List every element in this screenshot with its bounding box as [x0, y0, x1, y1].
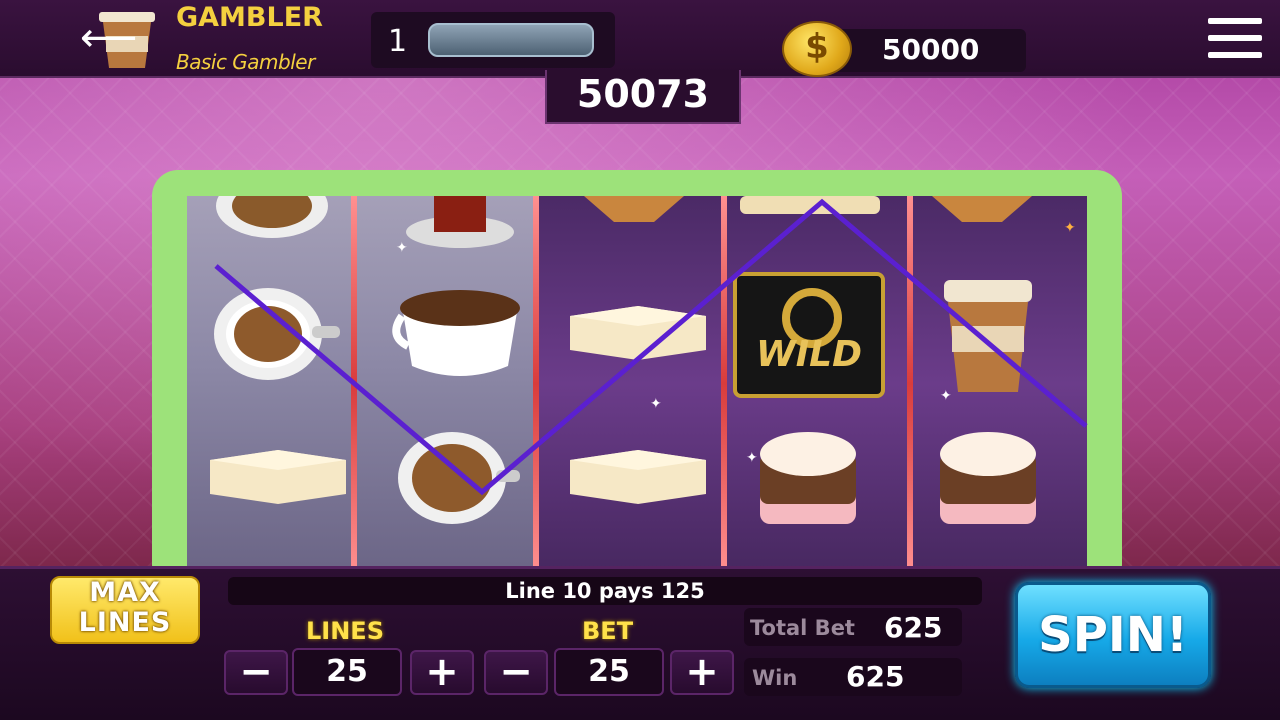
- max-lines-label: MAX: [89, 577, 161, 608]
- waffle-symbol: [740, 196, 880, 214]
- bet-value: 25: [554, 648, 664, 696]
- cheesecake-slice-symbol: [210, 450, 346, 504]
- waffle-symbol: [584, 196, 684, 222]
- coffee-cup-symbol: [214, 288, 340, 380]
- hamburger-menu-icon[interactable]: [1208, 18, 1262, 62]
- bet-decrease-button[interactable]: −: [484, 650, 548, 695]
- bet-label: BET: [582, 617, 634, 645]
- coin-balance: 50000: [882, 33, 980, 66]
- lines-label: LINES: [306, 617, 384, 645]
- wild-label: WILD: [756, 334, 862, 375]
- sparkle-icon: ✦: [940, 388, 952, 404]
- sparkle-icon: ✦: [396, 240, 408, 256]
- layer-cake-symbol: [940, 432, 1036, 524]
- bet-increase-button[interactable]: +: [670, 650, 734, 695]
- coffee-cup-symbol: [216, 196, 328, 238]
- lines-decrease-button[interactable]: −: [224, 650, 288, 695]
- reel-3: [539, 196, 721, 572]
- reel-1: [187, 196, 353, 572]
- max-lines-label: LINES: [78, 607, 172, 638]
- win-label: Win: [752, 666, 798, 690]
- coffee-cup-symbol: [398, 432, 520, 524]
- player-title: GAMBLER: [176, 2, 323, 33]
- win-value: 625: [846, 660, 905, 693]
- cheesecake-slice-symbol: [570, 450, 706, 504]
- spin-label: SPIN!: [1038, 607, 1188, 663]
- back-arrow-icon[interactable]: ⟵: [80, 18, 137, 58]
- level-number: 1: [388, 24, 408, 59]
- takeaway-cup-symbol: [944, 280, 1032, 392]
- xp-progress-bar: [428, 23, 594, 57]
- spin-button[interactable]: SPIN!: [1015, 582, 1211, 688]
- sparkle-icon: ✦: [1064, 220, 1076, 236]
- lines-increase-button[interactable]: +: [410, 650, 474, 695]
- espresso-cup-symbol: [392, 290, 520, 376]
- total-bet-label: Total Bet: [750, 616, 855, 640]
- max-lines-button[interactable]: MAX LINES: [50, 576, 200, 644]
- lines-value: 25: [292, 648, 402, 696]
- jackpot-display: 50073: [545, 70, 741, 124]
- total-bet-value: 625: [884, 611, 943, 644]
- cheesecake-slice-symbol: [570, 306, 706, 360]
- tea-glass-symbol: [406, 196, 514, 248]
- status-message: Line 10 pays 125: [228, 577, 982, 605]
- waffle-symbol: [932, 196, 1032, 222]
- layer-cake-symbol: [760, 432, 856, 524]
- coin-icon: $: [782, 21, 852, 77]
- sparkle-icon: ✦: [650, 396, 662, 412]
- sparkle-icon: ✦: [746, 450, 758, 466]
- player-rank: Basic Gambler: [176, 50, 315, 74]
- jackpot-value: 50073: [576, 72, 710, 116]
- wild-symbol: WILD: [733, 272, 885, 398]
